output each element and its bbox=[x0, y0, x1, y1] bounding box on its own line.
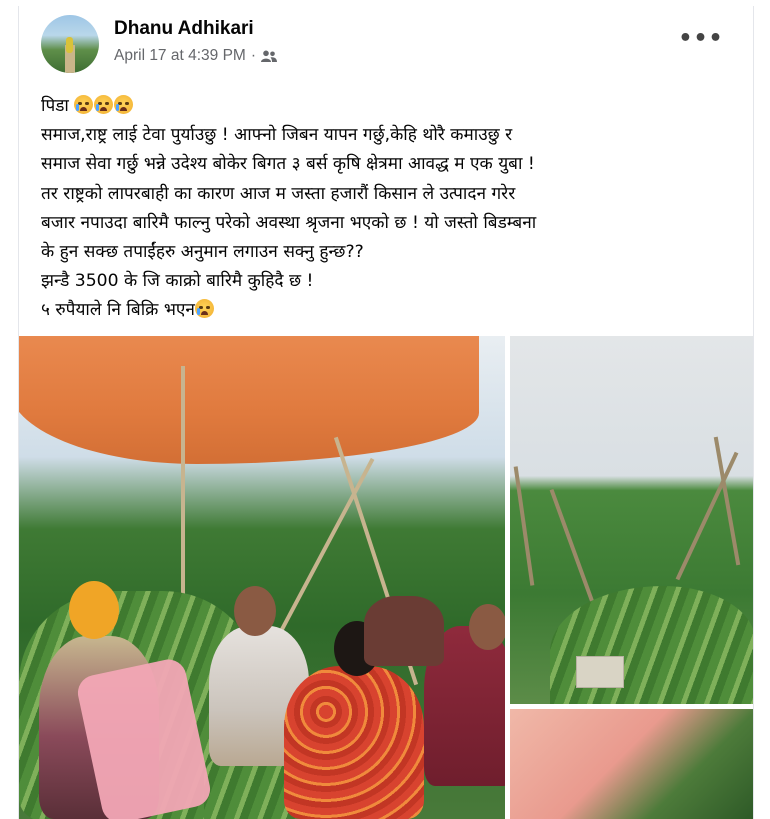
author-avatar[interactable] bbox=[41, 15, 99, 73]
sacks-photo[interactable] bbox=[510, 709, 753, 819]
facebook-post-card: Dhanu Adhikari April 17 at 4:39 PM · •••… bbox=[18, 6, 754, 819]
loudly-crying-face-icon bbox=[94, 95, 114, 114]
weighing-scale bbox=[576, 656, 624, 688]
background-worker bbox=[364, 596, 444, 666]
more-options-button[interactable]: ••• bbox=[678, 24, 722, 52]
post-line-1: पिडा bbox=[41, 92, 741, 121]
loudly-crying-face-icon bbox=[114, 95, 134, 114]
woman-red-blouse bbox=[284, 666, 424, 819]
post-line-1-text: पिडा bbox=[41, 96, 69, 116]
trellis-stake bbox=[513, 466, 535, 586]
post-line-3: समाज सेवा गर्छु भन्ने उदेश्य बोकेर बिगत … bbox=[41, 154, 535, 175]
post-timestamp[interactable]: April 17 at 4:39 PM bbox=[114, 47, 246, 65]
photo-grid bbox=[19, 336, 753, 819]
post-line-8-text: ५ रुपैयाले नि बिक्रि भएन bbox=[41, 300, 195, 321]
orange-tarp bbox=[19, 336, 479, 464]
post-line-6: के हुन सक्छ तपाईंहरु अनुमान लगाउन सक्नु … bbox=[41, 242, 364, 263]
woman-head bbox=[69, 581, 119, 639]
avatar-person bbox=[66, 37, 73, 53]
loudly-crying-face-icon bbox=[74, 95, 94, 114]
sad-relieved-face-icon bbox=[194, 299, 214, 319]
post-line-5: बजार नपाउदा बारिमै फाल्नु परेको अवस्था श… bbox=[41, 212, 537, 233]
woman-head bbox=[469, 604, 505, 650]
post-meta: April 17 at 4:39 PM · bbox=[114, 47, 277, 65]
woman-head bbox=[234, 586, 276, 636]
friends-icon bbox=[261, 50, 277, 62]
author-name[interactable]: Dhanu Adhikari bbox=[114, 18, 254, 40]
post-line-7: झन्डै 3500 के जि काक्रो बारिमै कुहिदै छ … bbox=[41, 271, 314, 292]
post-line-4: तर राष्ट्रको लापरबाही का कारण आज म जस्ता… bbox=[41, 183, 516, 204]
main-photo[interactable] bbox=[19, 336, 505, 819]
post-body: पिडा समाज,राष्ट्र लाई टेवा पुर्याउछु ! आ… bbox=[41, 92, 741, 326]
meta-separator: · bbox=[250, 47, 256, 64]
post-line-8: ५ रुपैयाले नि बिक्रि भएन bbox=[41, 296, 741, 325]
field-photo[interactable] bbox=[510, 336, 753, 704]
post-line-2: समाज,राष्ट्र लाई टेवा पुर्याउछु ! आफ्नो … bbox=[41, 125, 513, 146]
trellis-stake bbox=[549, 488, 595, 604]
